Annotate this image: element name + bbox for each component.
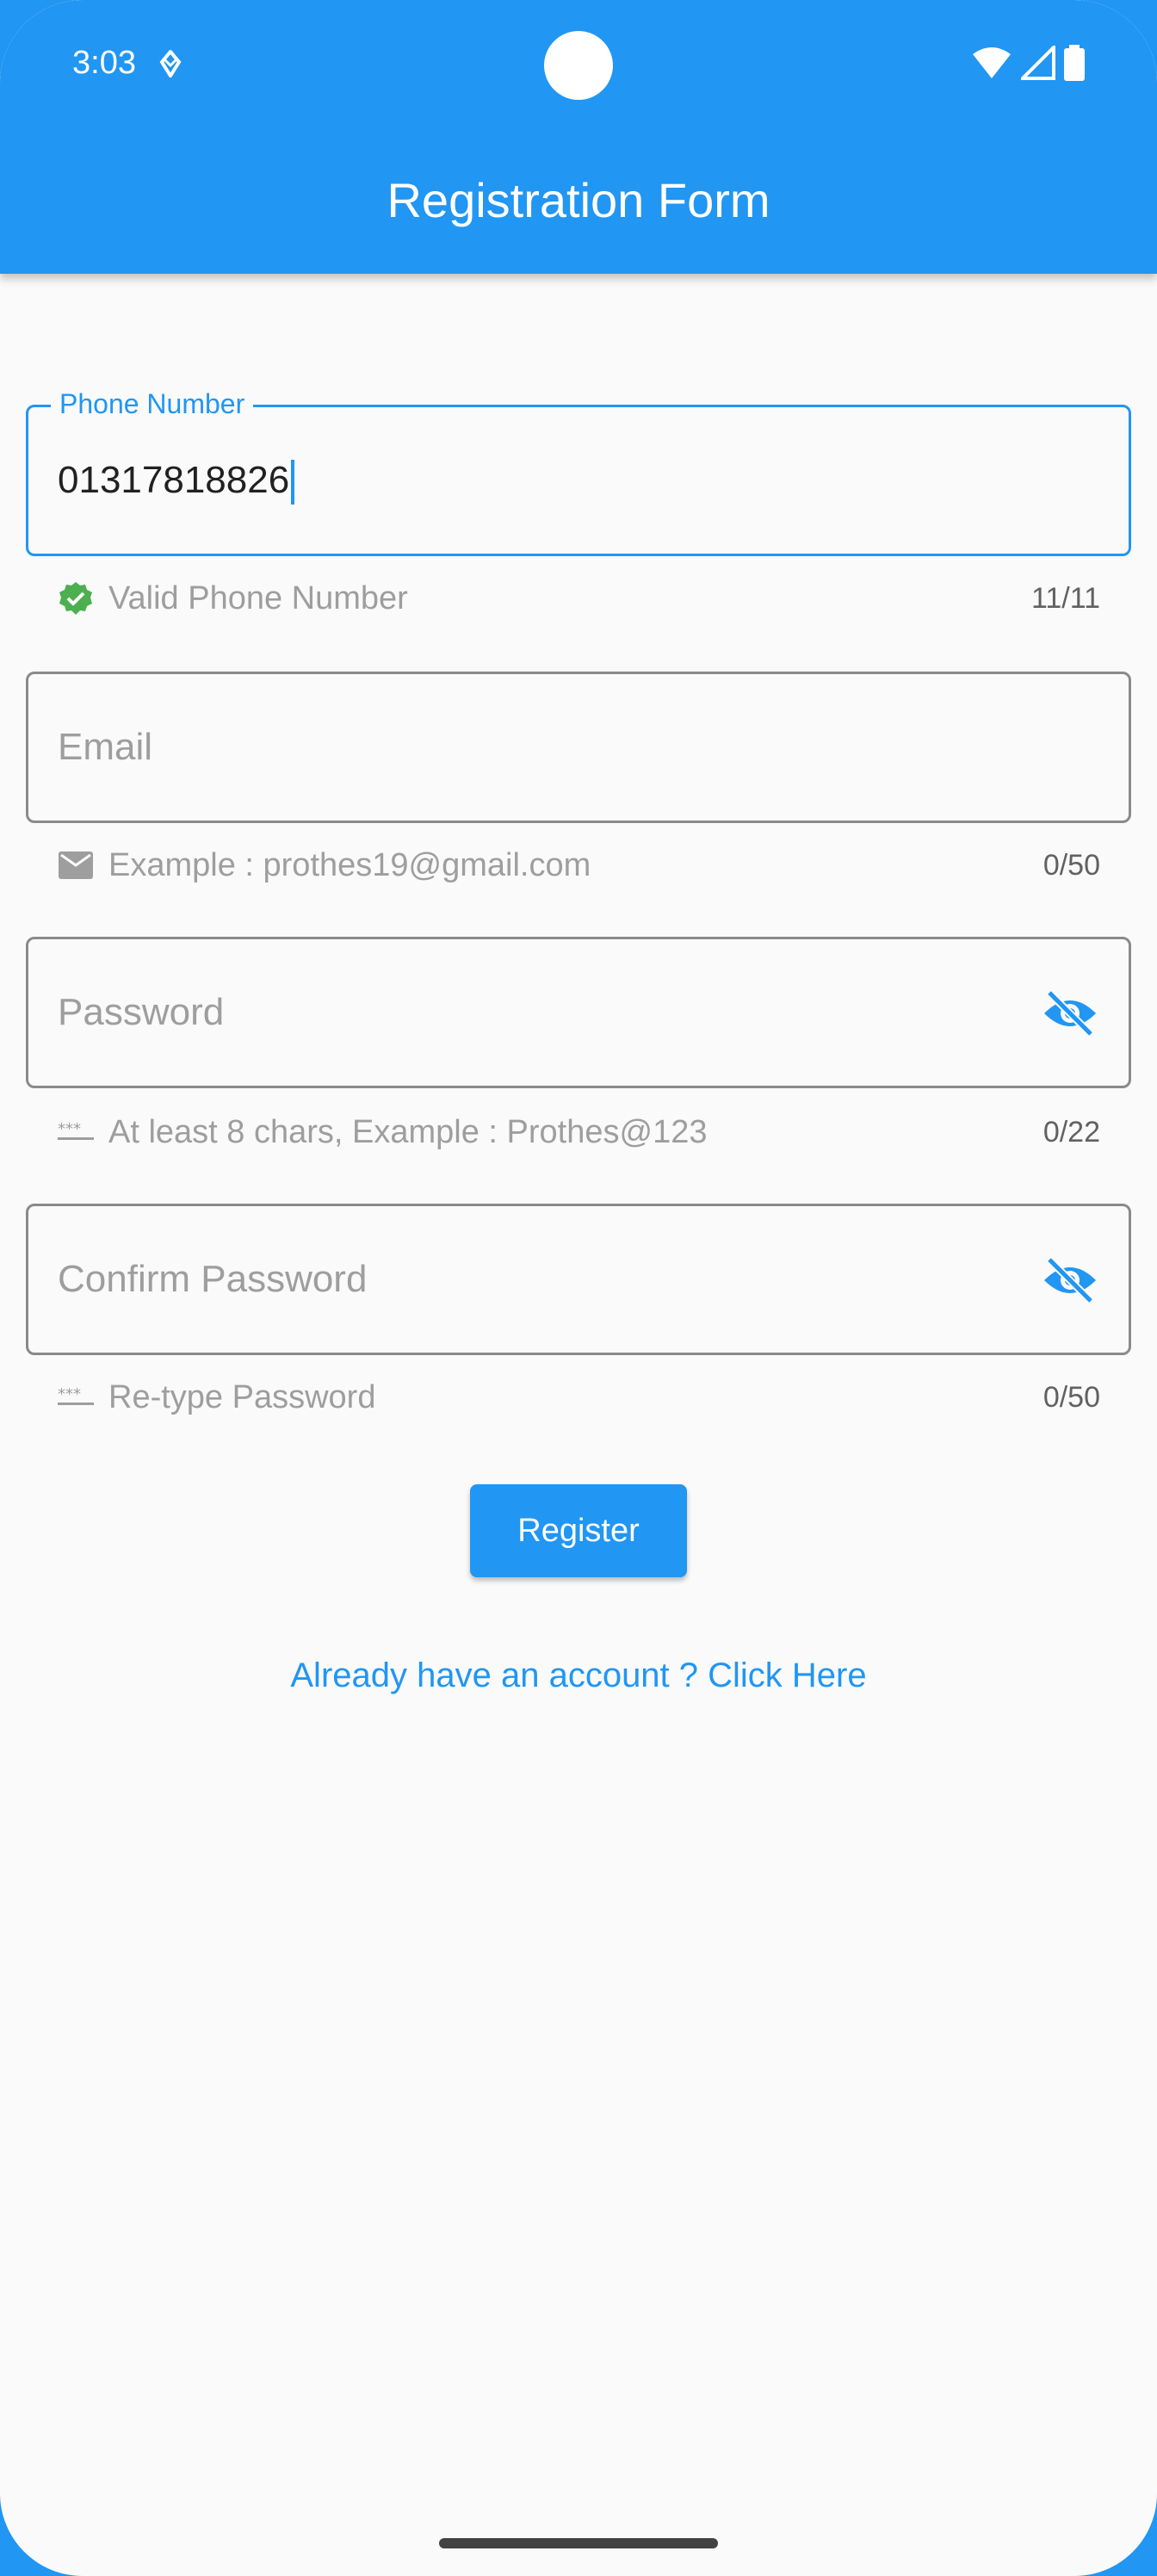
status-icons <box>971 45 1085 81</box>
mail-icon <box>57 846 95 884</box>
email-helper: Example : prothes19@gmail.com 0/50 <box>57 844 1100 887</box>
email-counter: 0/50 <box>1043 848 1100 882</box>
svg-text:***: *** <box>58 1387 81 1403</box>
phone-helper: Valid Phone Number 11/11 <box>57 577 1100 620</box>
phone-number-field[interactable]: Phone Number 01317818826 <box>26 388 1131 556</box>
email-field[interactable]: Email <box>26 672 1131 823</box>
password-dots-icon: *** <box>57 1378 95 1416</box>
email-placeholder: Email <box>58 726 153 768</box>
visibility-off-icon[interactable] <box>1041 988 1099 1039</box>
location-arrow-icon <box>159 50 182 77</box>
status-time: 3:03 <box>72 45 136 81</box>
password-helper: *** At least 8 chars, Example : Prothes@… <box>57 1111 1100 1154</box>
verified-check-icon <box>57 579 95 617</box>
battery-icon <box>1064 45 1085 81</box>
phone-number-label: Phone Number <box>51 388 254 420</box>
confirm-password-counter: 0/50 <box>1043 1380 1100 1414</box>
confirm-password-field[interactable]: Confirm Password <box>26 1204 1131 1355</box>
phone-helper-text: Valid Phone Number <box>108 579 408 616</box>
confirm-password-helper: *** Re-type Password 0/50 <box>57 1376 1100 1419</box>
password-dots-icon: *** <box>57 1113 95 1151</box>
app-bar: 3:03 Registration Form <box>0 0 1157 274</box>
email-helper-text: Example : prothes19@gmail.com <box>108 846 591 883</box>
screen: 3:03 Registration Form Phone Number 0131… <box>0 0 1157 2576</box>
text-cursor <box>291 460 295 505</box>
password-field[interactable]: Password <box>26 937 1131 1088</box>
page-title: Registration Form <box>387 173 770 227</box>
password-counter: 0/22 <box>1043 1115 1100 1149</box>
visibility-off-icon[interactable] <box>1041 1254 1099 1306</box>
camera-cutout <box>544 31 613 100</box>
svg-text:***: *** <box>58 1122 81 1138</box>
confirm-password-placeholder: Confirm Password <box>58 1258 368 1300</box>
password-placeholder: Password <box>58 991 225 1033</box>
register-button[interactable]: Register <box>470 1484 687 1577</box>
phone-counter: 11/11 <box>1030 581 1100 615</box>
login-link[interactable]: Already have an account ? Click Here <box>0 1656 1157 1695</box>
phone-number-input-container[interactable]: 01317818826 <box>58 459 295 505</box>
phone-number-value: 01317818826 <box>58 459 290 501</box>
wifi-icon <box>973 47 1011 78</box>
home-indicator[interactable] <box>439 2538 718 2548</box>
confirm-password-helper-text: Re-type Password <box>108 1378 376 1415</box>
password-helper-text: At least 8 chars, Example : Prothes@123 <box>108 1113 708 1150</box>
cell-signal-icon <box>1021 46 1055 80</box>
